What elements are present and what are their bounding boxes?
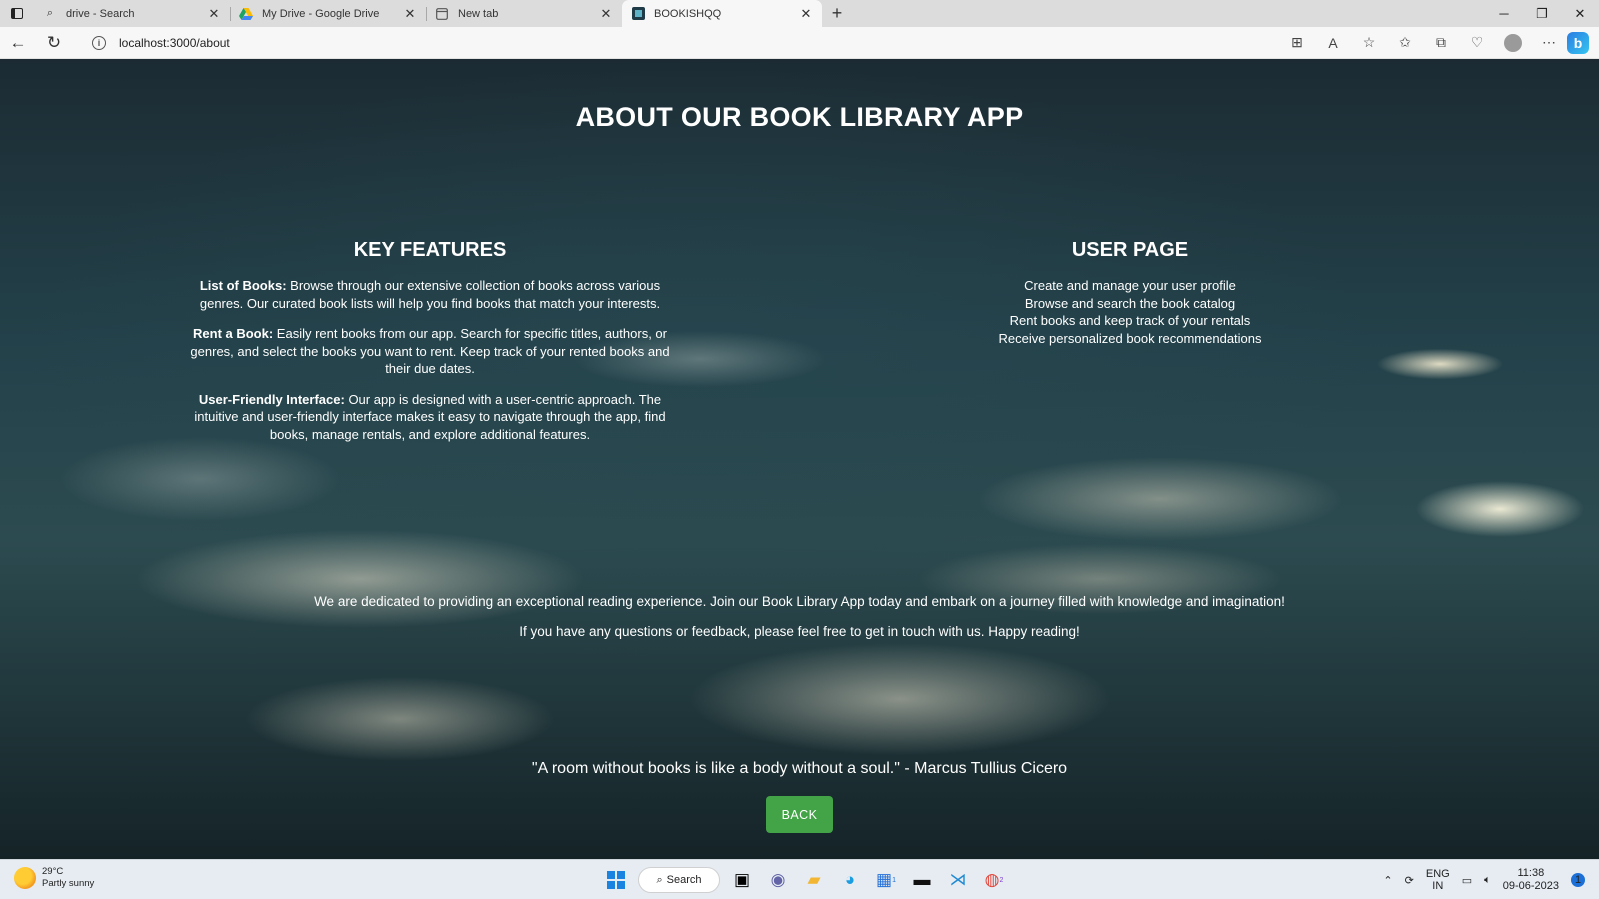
chrome-icon[interactable]: ◍ 2	[976, 865, 1012, 895]
site-favicon	[631, 7, 645, 21]
plus-icon: +	[831, 3, 843, 23]
language-code: ENG	[1425, 868, 1450, 880]
list-item: Browse and search the book catalog	[1024, 295, 1236, 311]
mission-text: We are dedicated to providing an excepti…	[314, 594, 1285, 609]
quote-text: "A room without books is like a body wit…	[531, 760, 1068, 777]
chrome-badge: 2	[999, 876, 1004, 884]
windows-logo-icon	[607, 871, 625, 889]
about-page: ABOUT OUR BOOK LIBRARY APP KEY FEATURES …	[0, 59, 1599, 859]
site-info-icon[interactable]: i	[92, 35, 106, 50]
back-button[interactable]: BACK	[766, 796, 833, 833]
tab-close-icon[interactable]: ✕	[599, 6, 613, 22]
browser-tools: ⊞ A ☆ ✩ ⧉ ♡ ⋯ b	[1279, 31, 1599, 54]
taskbar-search-label: Search	[666, 874, 702, 886]
sync-icon[interactable]: ⟳	[1405, 874, 1414, 887]
tab-label: New tab	[458, 7, 499, 20]
chevron-up-icon[interactable]: ⌃	[1383, 874, 1392, 887]
search-icon: ⌕	[46, 7, 54, 19]
notification-badge[interactable]: 1	[1571, 873, 1585, 887]
taskbar-apps: ⌕ Search ▣ ◉ ▰ ◕ ▦ 1 ▬ ⋊ ◍ 2	[598, 865, 1012, 895]
window-controls: ─ ❐ ✕	[1485, 0, 1599, 27]
tab-close-icon[interactable]: ✕	[799, 6, 813, 22]
contact-text: If you have any questions or feedback, p…	[519, 624, 1080, 639]
google-drive-icon	[239, 7, 253, 21]
network-icon[interactable]: ▭	[1462, 874, 1472, 887]
windows-taskbar: 29°C Partly sunny ⌕ Search ▣ ◉ ▰ ◕ ▦ 1 ▬ ⋊…	[0, 859, 1599, 899]
new-tab-button[interactable]: +	[822, 0, 852, 27]
start-button[interactable]	[598, 865, 634, 895]
address-bar[interactable]: i localhost:3000/about	[92, 31, 1262, 55]
weather-temperature: 29°C	[42, 866, 64, 877]
task-view-icon[interactable]: ▣	[724, 865, 760, 895]
language-indicator[interactable]: ENG IN	[1426, 868, 1450, 892]
volume-icon[interactable]: 🔈︎	[1484, 874, 1491, 887]
avatar	[1504, 33, 1522, 52]
feature-user-friendly-interface: User-Friendly Interface: Our app is desi…	[180, 391, 680, 444]
vscode-icon[interactable]: ⋊	[940, 865, 976, 895]
close-window-icon[interactable]: ✕	[1561, 0, 1599, 27]
feature-list-of-books: List of Books: Browse through our extens…	[180, 277, 680, 312]
tab-label: BOOKISHQQ	[654, 7, 722, 20]
terminal-icon[interactable]: ▬	[904, 865, 940, 895]
favorite-star-icon[interactable]: ☆	[1351, 34, 1387, 51]
system-tray: ⌃ ⟳ ENG IN ▭ 🔈︎ 11:38 09-06-2023 1	[1377, 860, 1599, 899]
weather-widget[interactable]: 29°C Partly sunny	[14, 866, 94, 890]
region-code: IN	[1432, 880, 1444, 892]
app-available-icon[interactable]: ⊞	[1279, 34, 1315, 51]
minimize-icon[interactable]: ─	[1485, 0, 1523, 27]
new-tab-page-icon	[435, 7, 449, 21]
feature-title: List of Books:	[199, 278, 287, 293]
tab-close-icon[interactable]: ✕	[207, 6, 221, 22]
file-explorer-icon[interactable]: ▰	[796, 865, 832, 895]
user-page-list: Create and manage your user profile Brow…	[950, 277, 1310, 347]
tab-label: My Drive - Google Drive	[262, 7, 380, 20]
user-page-section: USER PAGE Create and manage your user pr…	[950, 239, 1310, 347]
url-text[interactable]: localhost:3000/about	[119, 36, 230, 50]
restore-icon[interactable]: ❐	[1523, 0, 1561, 27]
user-page-heading: USER PAGE	[1071, 239, 1189, 261]
clock-date: 09-06-2023	[1502, 880, 1559, 892]
tab-label: drive - Search	[66, 7, 135, 20]
refresh-icon[interactable]: ↻	[36, 27, 72, 59]
list-item: Create and manage your user profile	[1024, 278, 1236, 293]
bing-chat-icon[interactable]: b	[1567, 31, 1589, 54]
more-options-icon[interactable]: ⋯	[1531, 34, 1567, 51]
back-arrow-icon[interactable]: ←	[0, 27, 36, 59]
store-badge: 1	[892, 876, 896, 884]
tab-close-icon[interactable]: ✕	[403, 6, 417, 22]
collections-icon[interactable]: ⧉	[1423, 34, 1459, 51]
read-aloud-icon[interactable]: A	[1315, 35, 1351, 51]
teams-chat-icon[interactable]: ◉	[760, 865, 796, 895]
taskbar-search-button[interactable]: ⌕ Search	[638, 867, 720, 893]
key-features-heading: KEY FEATURES	[353, 239, 507, 261]
address-toolbar: ← ↻ i localhost:3000/about ⊞ A ☆ ✩ ⧉ ♡ ⋯…	[0, 27, 1599, 59]
tab-bookishqq[interactable]: BOOKISHQQ ✕	[622, 0, 822, 27]
edge-browser-icon[interactable]: ◕	[832, 865, 868, 895]
favorites-icon[interactable]: ✩	[1387, 34, 1423, 51]
browser-essentials-icon[interactable]: ♡	[1459, 34, 1495, 51]
microsoft-store-icon[interactable]: ▦ 1	[868, 865, 904, 895]
page-title: ABOUT OUR BOOK LIBRARY APP	[575, 102, 1024, 132]
clock-time: 11:38	[1517, 867, 1545, 879]
feature-title: Rent a Book:	[193, 326, 274, 341]
tab-google-drive[interactable]: My Drive - Google Drive ✕	[230, 0, 426, 27]
tab-actions-button[interactable]	[0, 0, 34, 27]
tab-actions-icon	[11, 8, 23, 19]
partly-sunny-icon	[14, 867, 36, 889]
search-icon: ⌕	[656, 873, 663, 886]
feature-rent-a-book: Rent a Book: Easily rent books from our …	[180, 325, 680, 378]
browser-tab-bar: ⌕ drive - Search ✕ My Drive - Google Dri…	[0, 0, 1599, 27]
list-item: Rent books and keep track of your rental…	[1009, 313, 1251, 328]
weather-description: Partly sunny	[42, 878, 95, 889]
profile-avatar-icon[interactable]	[1495, 33, 1531, 52]
list-item: Receive personalized book recommendation…	[998, 330, 1262, 346]
key-features-section: KEY FEATURES List of Books: Browse throu…	[180, 239, 680, 456]
tab-drive-search[interactable]: ⌕ drive - Search ✕	[34, 0, 230, 27]
feature-title: User-Friendly Interface:	[198, 391, 345, 407]
tab-new-tab[interactable]: New tab ✕	[426, 0, 622, 27]
clock[interactable]: 11:38 09-06-2023	[1503, 867, 1559, 893]
